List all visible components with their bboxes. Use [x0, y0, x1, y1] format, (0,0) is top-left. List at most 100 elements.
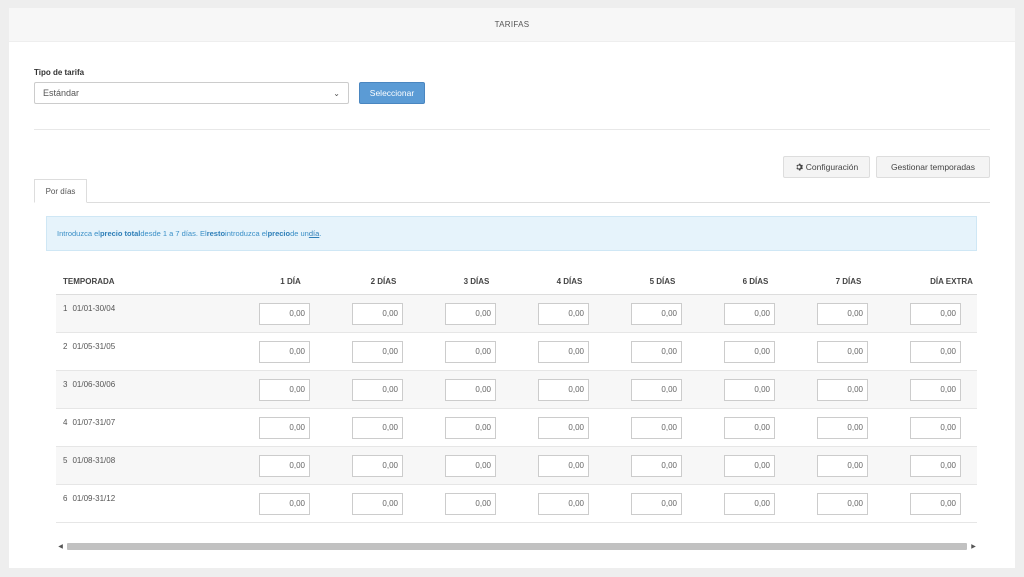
price-cell: 0,00: [787, 447, 880, 484]
price-input[interactable]: 0,00: [817, 454, 868, 477]
panel-title: TARIFAS: [9, 8, 1015, 42]
price-cell: 0,00: [415, 447, 508, 484]
tariff-type-select[interactable]: Estándar ⌄: [34, 82, 349, 104]
price-input[interactable]: 0,00: [352, 416, 403, 439]
price-cell: 0,00: [694, 447, 787, 484]
price-input[interactable]: 0,00: [259, 454, 310, 477]
price-input[interactable]: 0,00: [631, 492, 682, 515]
column-header: 2 DÍAS: [370, 277, 397, 286]
price-cell: 0,00: [880, 333, 973, 370]
horizontal-scrollbar[interactable]: ◀ ▶: [56, 542, 978, 551]
price-cell: 0,00: [787, 295, 880, 332]
season-cell: 6 01/09-31/12: [56, 485, 229, 522]
column-header: 7 DÍAS: [835, 277, 862, 286]
price-cell: 0,00: [229, 409, 322, 446]
price-input[interactable]: 0,00: [445, 378, 496, 401]
price-input[interactable]: 0,00: [259, 378, 310, 401]
price-input[interactable]: 0,00: [352, 492, 403, 515]
tabs-divider: [34, 202, 990, 203]
chevron-down-icon: ⌄: [333, 88, 340, 98]
price-input[interactable]: 0,00: [817, 340, 868, 363]
price-cell: 0,00: [322, 371, 415, 408]
info-bold-total: precio total: [99, 229, 141, 238]
price-input[interactable]: 0,00: [259, 340, 310, 363]
table-body: 1 01/01-30/04 0,00 0,00 0,00 0,00 0,00 0,00 0,00…: [56, 295, 977, 523]
price-input[interactable]: 0,00: [910, 454, 961, 477]
price-input[interactable]: 0,00: [631, 454, 682, 477]
price-input[interactable]: 0,00: [724, 340, 775, 363]
price-input[interactable]: 0,00: [817, 492, 868, 515]
price-input[interactable]: 0,00: [538, 454, 589, 477]
price-cell: 0,00: [508, 371, 601, 408]
price-input[interactable]: 0,00: [538, 492, 589, 515]
price-input[interactable]: 0,00: [724, 454, 775, 477]
price-input[interactable]: 0,00: [538, 340, 589, 363]
configuration-button[interactable]: Configuración: [783, 156, 870, 178]
price-input[interactable]: 0,00: [910, 302, 961, 325]
info-day-link[interactable]: día: [309, 229, 319, 238]
price-input[interactable]: 0,00: [910, 340, 961, 363]
price-input[interactable]: 0,00: [724, 302, 775, 325]
scrollbar-thumb[interactable]: [67, 543, 967, 550]
price-input[interactable]: 0,00: [538, 378, 589, 401]
price-input[interactable]: 0,00: [352, 378, 403, 401]
price-input[interactable]: 0,00: [631, 378, 682, 401]
price-input[interactable]: 0,00: [817, 416, 868, 439]
season-number: 6: [63, 494, 68, 503]
price-cell: 0,00: [601, 409, 694, 446]
price-cell: 0,00: [229, 371, 322, 408]
price-input[interactable]: 0,00: [445, 302, 496, 325]
price-input[interactable]: 0,00: [259, 302, 310, 325]
price-input[interactable]: 0,00: [631, 416, 682, 439]
scroll-right-icon[interactable]: ▶: [969, 543, 978, 550]
table-row: 5 01/08-31/08 0,00 0,00 0,00 0,00 0,00 0,00 0,00…: [56, 447, 977, 485]
season-cell: 1 01/01-30/04: [56, 295, 229, 332]
price-input[interactable]: 0,00: [259, 416, 310, 439]
price-input[interactable]: 0,00: [910, 416, 961, 439]
price-input[interactable]: 0,00: [631, 302, 682, 325]
price-input[interactable]: 0,00: [445, 340, 496, 363]
price-input[interactable]: 0,00: [352, 454, 403, 477]
info-text: .: [319, 229, 322, 238]
price-input[interactable]: 0,00: [352, 340, 403, 363]
column-header: 6 DÍAS: [742, 277, 769, 286]
price-input[interactable]: 0,00: [445, 416, 496, 439]
season-range: 01/06-30/06: [72, 380, 116, 389]
season-number: 3: [63, 380, 68, 389]
price-cell: 0,00: [415, 333, 508, 370]
select-button[interactable]: Seleccionar: [359, 82, 425, 104]
price-input[interactable]: 0,00: [817, 378, 868, 401]
price-input[interactable]: 0,00: [910, 378, 961, 401]
season-number: 1: [63, 304, 68, 313]
price-input[interactable]: 0,00: [445, 454, 496, 477]
price-cell: 0,00: [787, 371, 880, 408]
price-cell: 0,00: [508, 409, 601, 446]
price-cell: 0,00: [322, 295, 415, 332]
price-input[interactable]: 0,00: [724, 492, 775, 515]
tab-por-dias[interactable]: Por días: [34, 179, 87, 203]
price-cell: 0,00: [229, 485, 322, 522]
tariffs-panel: TARIFAS Tipo de tarifa Estándar ⌄ Selecc…: [9, 8, 1015, 568]
manage-seasons-button[interactable]: Gestionar temporadas: [876, 156, 990, 178]
price-input[interactable]: 0,00: [910, 492, 961, 515]
table-row: 1 01/01-30/04 0,00 0,00 0,00 0,00 0,00 0,00 0,00…: [56, 295, 977, 333]
scroll-left-icon[interactable]: ◀: [56, 543, 65, 550]
season-range: 01/09-31/12: [72, 494, 116, 503]
price-cell: 0,00: [508, 485, 601, 522]
price-input[interactable]: 0,00: [631, 340, 682, 363]
season-number: 4: [63, 418, 68, 427]
price-input[interactable]: 0,00: [817, 302, 868, 325]
price-input[interactable]: 0,00: [538, 416, 589, 439]
table-header: TEMPORADA 1 DÍA 2 DÍAS 3 DÍAS 4 DÍAS 5 D…: [56, 269, 977, 295]
price-cell: 0,00: [415, 409, 508, 446]
price-input[interactable]: 0,00: [724, 416, 775, 439]
price-input[interactable]: 0,00: [724, 378, 775, 401]
price-cell: 0,00: [601, 447, 694, 484]
price-input[interactable]: 0,00: [538, 302, 589, 325]
price-cell: 0,00: [508, 447, 601, 484]
price-input[interactable]: 0,00: [352, 302, 403, 325]
price-input[interactable]: 0,00: [445, 492, 496, 515]
tariffs-table: TEMPORADA 1 DÍA 2 DÍAS 3 DÍAS 4 DÍAS 5 D…: [56, 269, 977, 523]
price-input[interactable]: 0,00: [259, 492, 310, 515]
divider: [34, 129, 990, 130]
